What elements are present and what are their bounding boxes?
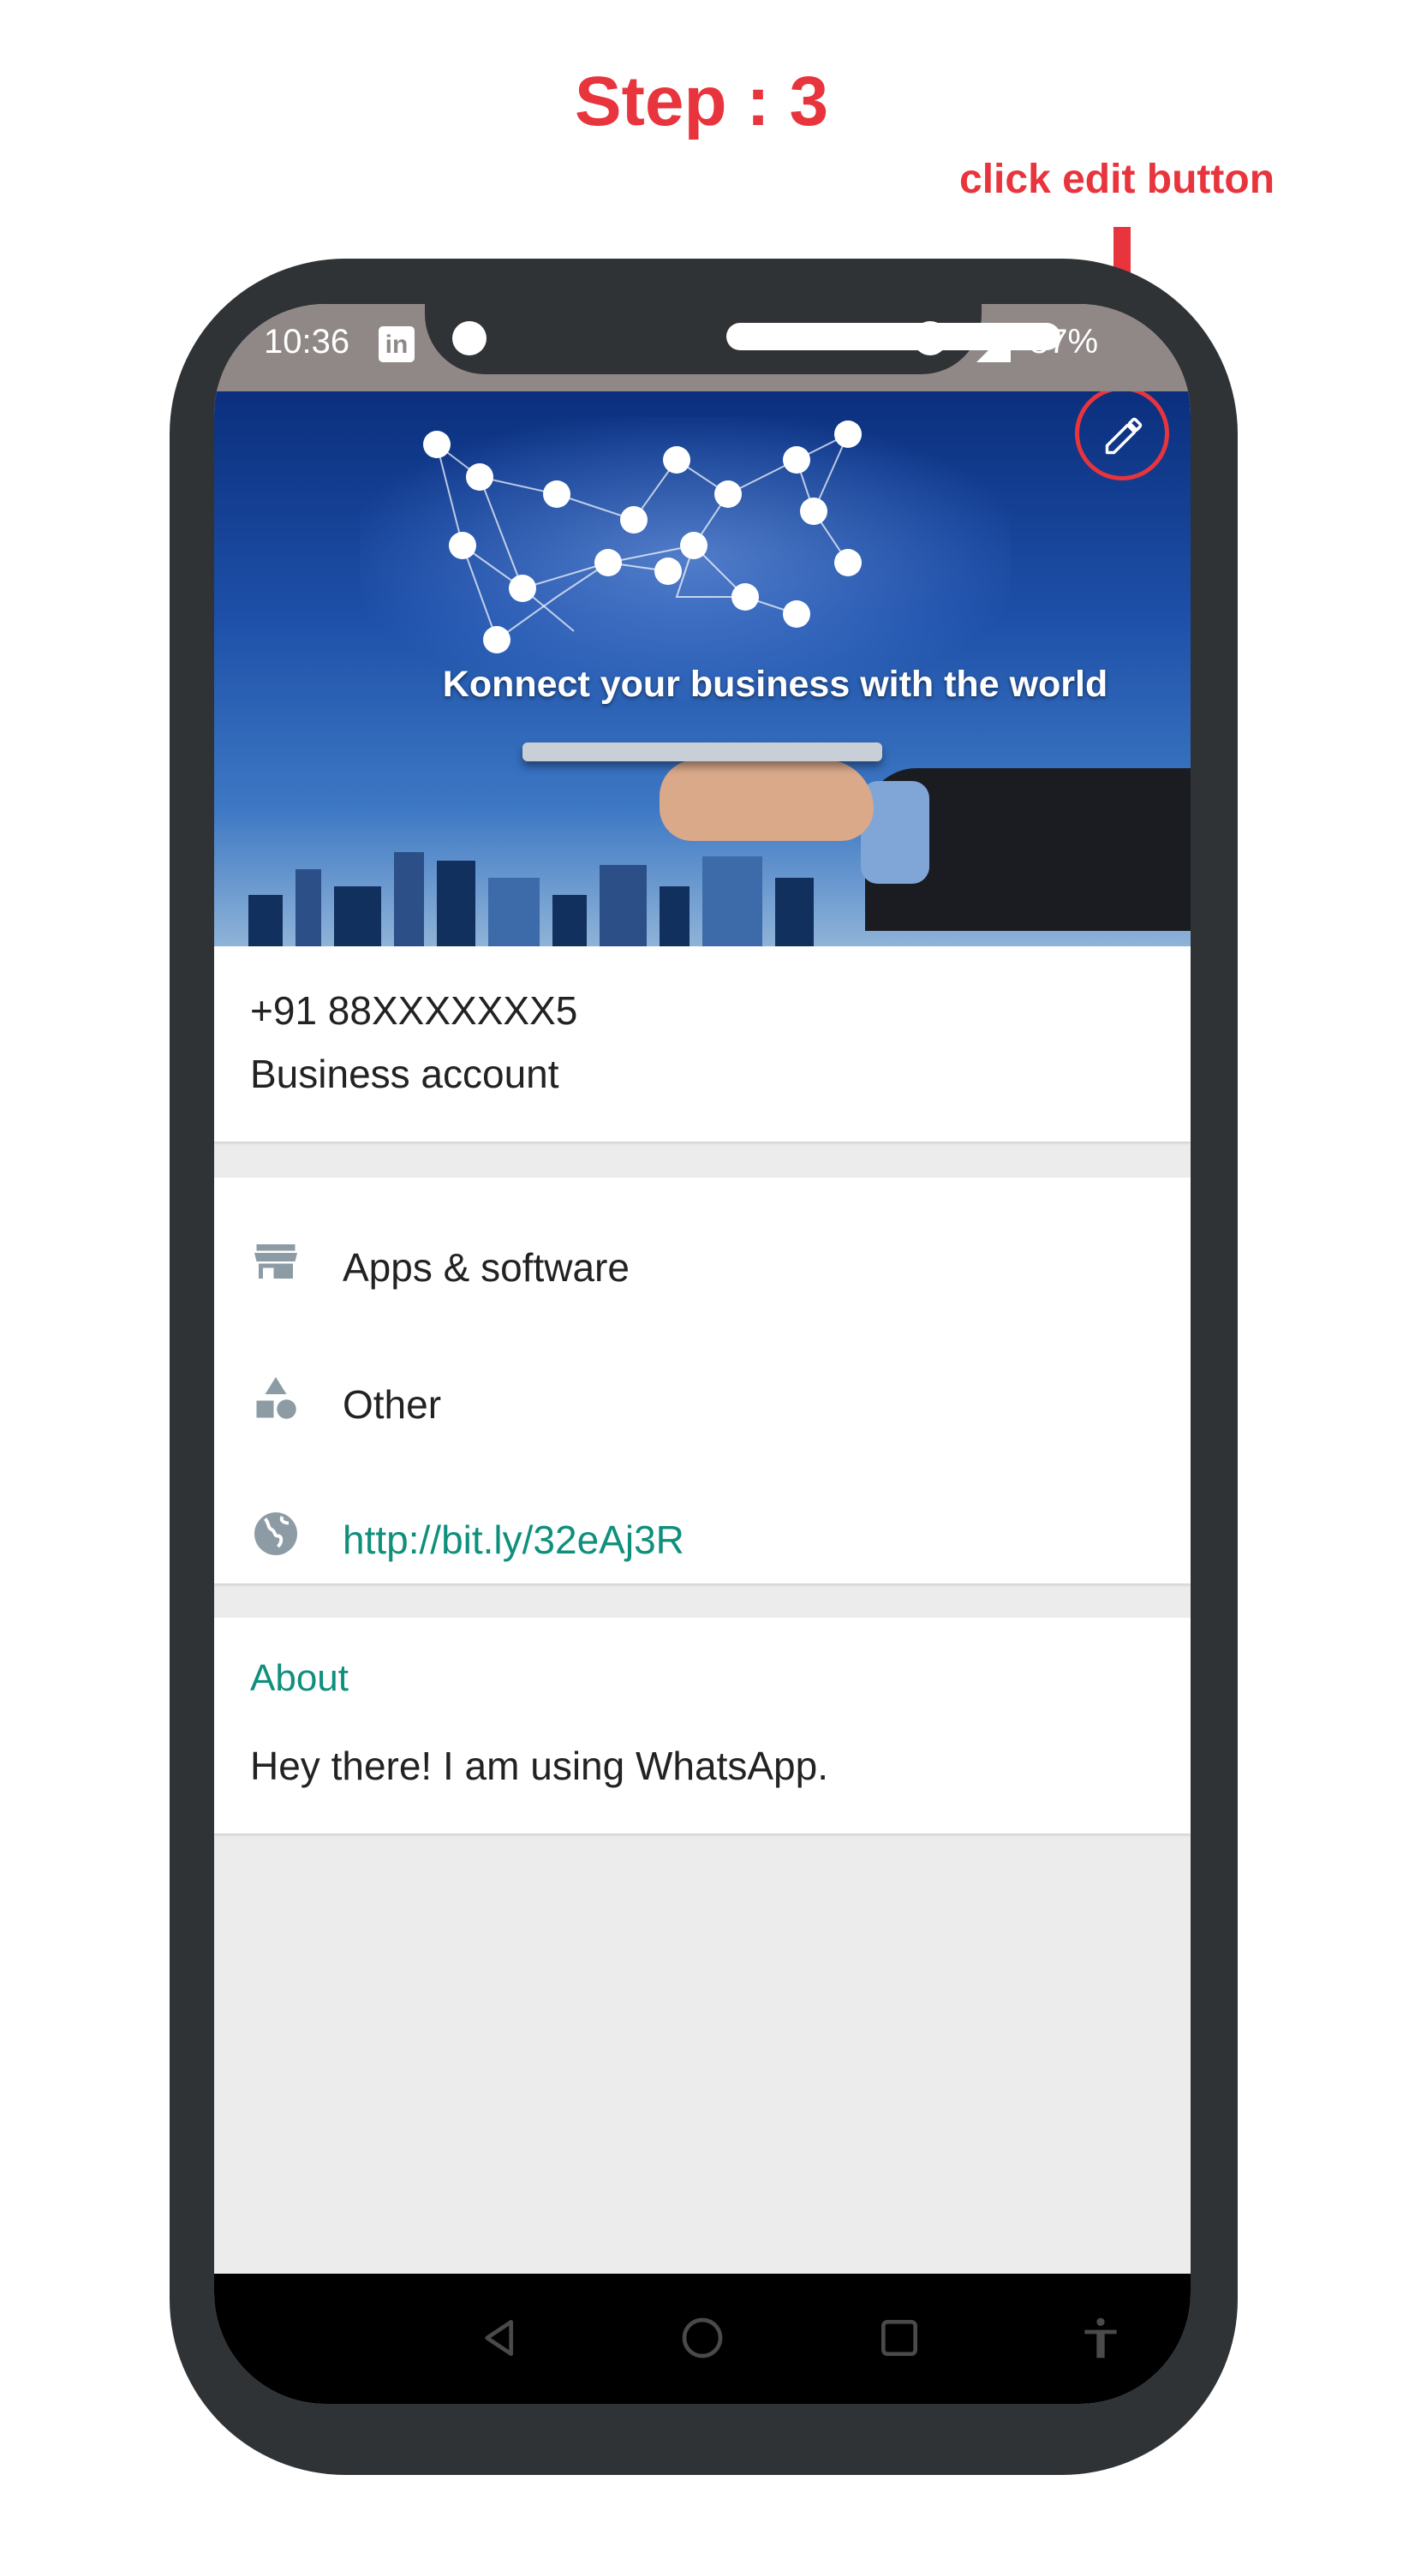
- front-sensor: [913, 321, 947, 355]
- store-icon: [254, 1244, 297, 1279]
- camera-notch: [425, 304, 1060, 374]
- website-row[interactable]: http://bit.ly/32eAj3R: [214, 1484, 1191, 1587]
- banner-hand: [660, 760, 874, 841]
- pencil-icon: [1105, 417, 1143, 455]
- category-shapes-icon: [256, 1377, 296, 1419]
- phone-number: +91 88XXXXXXX5: [250, 988, 578, 1033]
- step-title: Step : 3: [574, 63, 829, 140]
- category-row[interactable]: Apps & software: [214, 1212, 1191, 1315]
- banner-tablet: [522, 742, 882, 761]
- about-status-text[interactable]: Hey there! I am using WhatsApp.: [250, 1743, 828, 1789]
- back-icon: [485, 2320, 513, 2356]
- home-icon: [682, 2317, 723, 2358]
- status-time: 10:36: [264, 323, 350, 361]
- category-label: Apps & software: [343, 1245, 630, 1290]
- nav-back-button[interactable]: [471, 2308, 531, 2368]
- edit-profile-button[interactable]: [1088, 400, 1160, 472]
- phone-screen: 10:36 in 87% Konnect your business with …: [214, 304, 1191, 2404]
- about-heading: About: [250, 1657, 349, 1699]
- profile-header-image: Konnect your business with the world: [214, 391, 1191, 946]
- subcategory-label: Other: [343, 1382, 442, 1427]
- linkedin-icon: in: [379, 326, 415, 362]
- city-skyline: [214, 844, 1191, 946]
- about-card: About Hey there! I am using WhatsApp.: [214, 1618, 1191, 1834]
- hint-label: click edit button: [959, 157, 1275, 202]
- recents-icon: [881, 2320, 917, 2356]
- banner-caption: Konnect your business with the world: [442, 664, 1108, 705]
- earpiece-speaker: [726, 323, 1060, 350]
- business-details-card: Apps & software Other http://bit.ly/32eA…: [214, 1178, 1191, 1583]
- accessibility-icon: [1084, 2317, 1117, 2358]
- nav-accessibility-button[interactable]: [1071, 2308, 1131, 2368]
- account-type: Business account: [250, 1052, 559, 1096]
- front-camera: [452, 321, 487, 355]
- nav-recents-button[interactable]: [869, 2308, 929, 2368]
- network-lines-graphic: [423, 420, 862, 653]
- website-link[interactable]: http://bit.ly/32eAj3R: [343, 1517, 684, 1563]
- profile-info-card: +91 88XXXXXXX5 Business account: [214, 946, 1191, 1142]
- globe-icon: [254, 1512, 297, 1555]
- subcategory-row[interactable]: Other: [214, 1349, 1191, 1452]
- system-nav-bar: [214, 2274, 1191, 2404]
- nav-home-button[interactable]: [672, 2308, 732, 2368]
